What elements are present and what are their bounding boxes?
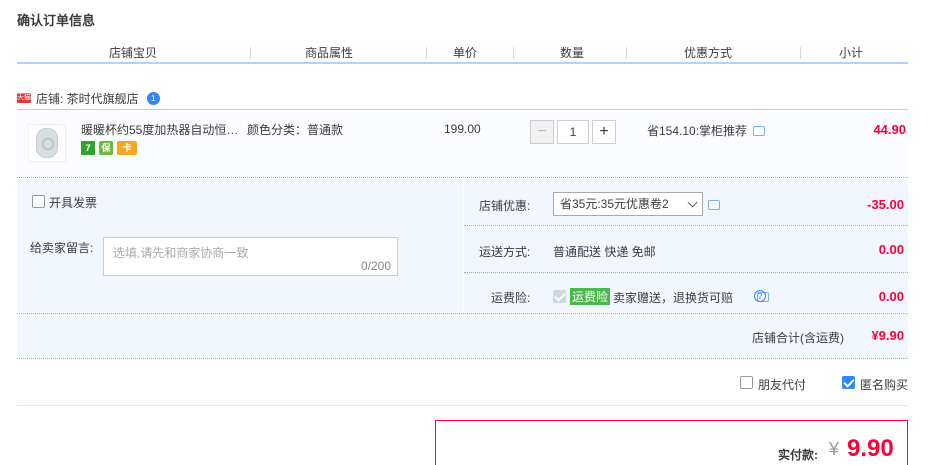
payment-label: 实付款:: [778, 448, 818, 462]
product-thumbnail[interactable]: [28, 124, 66, 162]
comment-icon[interactable]: [753, 125, 766, 136]
invoice-label: 开具发票: [49, 196, 98, 210]
message-char-counter: 0/200: [360, 259, 391, 273]
quantity-stepper: − 1 +: [530, 120, 616, 144]
column-divider: [426, 47, 427, 59]
shop-discount-amount: -35.00: [867, 197, 904, 212]
anonymous-purchase-label: 匿名购买: [860, 378, 909, 392]
shipping-method: 普通配送 快递 免邮: [553, 245, 656, 259]
shop-name-link[interactable]: 店铺: 茶时代旗舰店: [36, 90, 139, 107]
quantity-minus-button[interactable]: −: [530, 120, 554, 144]
shop-discount-select[interactable]: 省35元:35元优惠卷2: [553, 192, 703, 216]
message-label: 给卖家留言:: [30, 241, 94, 255]
shipping-row: [464, 226, 908, 273]
column-header-price: 单价: [453, 46, 478, 60]
anonymous-purchase-checkbox[interactable]: [842, 376, 855, 389]
column-header-item: 店铺宝贝: [109, 46, 158, 60]
quantity-plus-button[interactable]: +: [592, 120, 616, 144]
column-divider: [626, 47, 627, 59]
shop-discount-selected: 省35元:35元优惠卷2: [560, 197, 669, 211]
page-title: 确认订单信息: [17, 13, 96, 28]
column-divider: [800, 47, 801, 59]
friend-pay-checkbox[interactable]: [740, 376, 753, 389]
shop-total-amount: ¥9.90: [871, 328, 904, 343]
column-divider: [513, 47, 514, 59]
seller-message-input[interactable]: 选填,请先和商家协商一致 0/200: [103, 237, 398, 276]
insurance-label: 运费险:: [491, 291, 531, 305]
seven-day-return-icon[interactable]: 7: [81, 141, 95, 155]
product-name-link[interactable]: 暖暖杯约55度加热器自动恒…: [81, 121, 243, 138]
message-placeholder: 选填,请先和商家协商一致: [113, 246, 249, 260]
invoice-checkbox[interactable]: [32, 195, 45, 208]
insurance-text: 卖家赠送，退换货可赔: [613, 291, 734, 305]
promotion-info: 省154.10:掌柜推荐: [647, 122, 766, 139]
column-header-promotion: 优惠方式: [684, 46, 733, 60]
column-header-subtotal: 小计: [839, 46, 864, 60]
divider: [17, 405, 908, 406]
column-header-attribute: 商品属性: [305, 46, 354, 60]
guarantee-icon[interactable]: 保: [99, 141, 113, 155]
table-header: 店铺宝贝 商品属性 单价 数量 优惠方式 小计: [17, 44, 908, 64]
unit-price: 199.00: [444, 122, 481, 136]
promotion-text: 省154.10:掌柜推荐: [647, 124, 748, 138]
card-payment-icon[interactable]: 卡: [117, 141, 137, 155]
wangwang-chat-icon[interactable]: 1: [146, 91, 160, 105]
product-attribute: 颜色分类：普通款: [247, 123, 344, 137]
order-item-row: [17, 109, 908, 178]
column-header-quantity: 数量: [560, 46, 585, 60]
quantity-input[interactable]: 1: [557, 120, 589, 144]
insurance-amount: 0.00: [878, 289, 904, 304]
shop-discount-label: 店铺优惠:: [479, 199, 531, 213]
shop-line: 天猫 店铺: 茶时代旗舰店 1: [17, 88, 160, 108]
column-divider: [250, 47, 251, 59]
chevron-down-icon: [687, 197, 698, 208]
shop-total-label: 店铺合计(含运费): [752, 331, 844, 345]
friend-pay-label: 朋友代付: [758, 378, 807, 392]
help-icon[interactable]: ?: [754, 290, 766, 302]
shipping-amount: 0.00: [878, 242, 904, 257]
cup-warmer-image: [36, 128, 58, 158]
shipping-label: 运送方式:: [479, 245, 531, 259]
tmall-icon: 天猫: [17, 93, 31, 103]
payment-summary-box: 实付款: ¥ 9.90: [435, 420, 908, 465]
item-subtotal: 44.90: [873, 122, 906, 137]
insurance-checkbox: [553, 290, 566, 303]
insurance-tag: 运费险: [570, 288, 611, 305]
currency-symbol: ¥: [829, 439, 840, 459]
comment-icon[interactable]: [708, 200, 720, 210]
payment-amount: 9.90: [847, 435, 894, 462]
